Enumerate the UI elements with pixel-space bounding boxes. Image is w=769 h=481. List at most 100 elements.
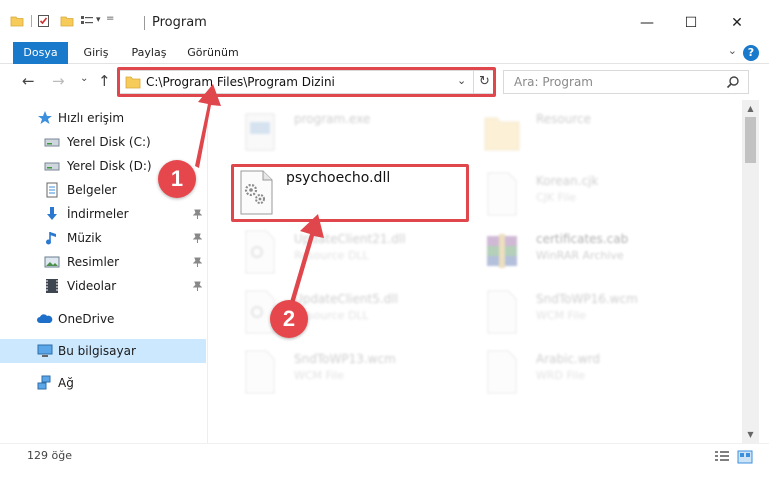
sidebar-item-this-pc[interactable]: Bu bilgisayar [0,339,206,363]
maximize-button[interactable]: ☐ [668,8,714,38]
file-name: UpdateClient5.dll [294,292,398,306]
file-name: program.exe [294,112,371,126]
scroll-thumb[interactable] [745,117,756,163]
title-separator [144,16,145,30]
folder-icon [484,117,520,151]
file-item[interactable]: certificates.cab WinRAR Archive [482,228,732,284]
dll-file-highlight [231,164,469,222]
file-name: UpdateClient21.dll [294,232,406,246]
file-icon [245,350,275,394]
item-count: 129 öğe [27,449,72,462]
star-icon [38,111,52,124]
search-icon[interactable] [726,75,740,89]
sidebar-item-label: Yerel Disk (C:) [67,135,151,149]
pin-icon[interactable] [193,281,202,291]
file-item[interactable]: UpdateClient21.dll Resource DLL [240,228,490,284]
close-button[interactable]: ✕ [714,8,760,38]
sidebar-item-label: Belgeler [67,183,117,197]
search-box[interactable]: Ara: Program [503,70,749,94]
video-icon [46,279,58,293]
large-icons-view-icon[interactable] [737,450,753,464]
file-icon [487,172,517,216]
address-bar-highlight [117,67,496,97]
music-icon [46,232,56,245]
sidebar-item-label: Müzik [67,231,102,245]
sidebar-item-music[interactable]: Müzik [0,226,206,250]
computer-icon [37,344,53,357]
dll-file-icon [245,230,275,274]
sidebar-item-downloads[interactable]: İndirmeler [0,202,206,226]
file-icon [487,350,517,394]
navigation-pane: Hızlı erişim Yerel Disk (C:) Yerel Disk … [0,100,208,443]
customize-toolbar-icon[interactable] [80,14,94,28]
sidebar-item-label: OneDrive [58,312,115,326]
documents-icon [46,182,58,198]
executable-icon [245,113,275,151]
quick-access-dropdown-icon[interactable]: ▾ [96,15,101,25]
file-type: Resource DLL [294,249,369,262]
recent-locations-button[interactable]: ⌄ [80,73,88,84]
up-button[interactable]: ↑ [98,72,111,90]
back-button[interactable]: ← [22,72,35,90]
pin-icon[interactable] [193,233,202,243]
tab-giris[interactable]: Giriş [76,42,116,64]
sidebar-item-local-disk-c[interactable]: Yerel Disk (C:) [0,130,206,154]
search-input[interactable]: Ara: Program [514,75,593,89]
pictures-icon [44,256,60,268]
drive-icon [44,162,60,171]
tab-dosya[interactable]: Dosya [13,42,68,64]
scroll-down-arrow-icon[interactable]: ▼ [742,426,759,443]
file-type: WRD File [536,369,585,382]
folder-icon[interactable] [10,14,24,28]
file-name: Arabic.wrd [536,352,601,366]
sidebar-item-videos[interactable]: Videolar [0,274,206,298]
details-view-icon[interactable] [714,450,730,464]
window-title: Program [152,15,207,30]
sidebar-item-quick-access[interactable]: Hızlı erişim [0,106,206,130]
properties-icon[interactable] [37,14,51,28]
file-type: CJK File [536,191,577,204]
pin-icon[interactable] [193,257,202,267]
file-name: SndToWP16.wcm [536,292,638,306]
ribbon-expand-icon[interactable]: ⌄ [728,44,737,57]
tab-gorunum[interactable]: Görünüm [184,42,242,64]
file-item[interactable]: Korean.cjk CJK File [482,170,732,226]
file-type: WCM File [536,309,586,322]
file-item[interactable]: SndToWP13.wcm WCM File [240,348,490,404]
file-icon [487,290,517,334]
file-name: certificates.cab [536,232,629,246]
sidebar-item-label: Videolar [67,279,117,293]
sidebar-item-label: Yerel Disk (D:) [67,159,152,173]
forward-button[interactable]: → [52,72,65,90]
drive-icon [44,138,60,147]
file-item[interactable]: Arabic.wrd WRD File [482,348,732,404]
sidebar-item-label: Hızlı erişim [58,111,125,125]
sidebar-item-onedrive[interactable]: OneDrive [0,307,206,331]
sidebar-item-label: Resimler [67,255,120,269]
network-icon [37,375,51,390]
file-list: program.exe Resource psychoecho.dll Kore… [212,100,740,443]
file-item[interactable]: program.exe [240,108,490,164]
new-folder-icon[interactable] [60,14,74,28]
download-icon [47,207,57,220]
scroll-up-arrow-icon[interactable]: ▲ [742,100,759,117]
file-item[interactable]: Resource [482,108,732,164]
minimize-button[interactable]: — [624,8,670,38]
cloud-icon [37,314,53,323]
pin-icon[interactable] [193,209,202,219]
winrar-archive-icon [487,234,517,268]
ribbon-tabs: Dosya Giriş Paylaş Görünüm ⌄ ? [0,42,769,64]
quick-access-chevron-icon[interactable]: = [106,13,114,24]
help-button[interactable]: ? [743,45,759,61]
toolbar-separator [31,15,32,27]
sidebar-item-label: Bu bilgisayar [58,344,136,358]
status-bar: 129 öğe [0,443,769,481]
tab-paylas[interactable]: Paylaş [126,42,172,64]
sidebar-item-label: Ağ [58,376,74,390]
vertical-scrollbar[interactable]: ▲ ▼ [742,100,759,443]
sidebar-item-network[interactable]: Ağ [0,371,206,395]
file-type: WinRAR Archive [536,249,624,262]
file-name: Resource [536,112,592,126]
file-item[interactable]: SndToWP16.wcm WCM File [482,288,732,344]
sidebar-item-pictures[interactable]: Resimler [0,250,206,274]
